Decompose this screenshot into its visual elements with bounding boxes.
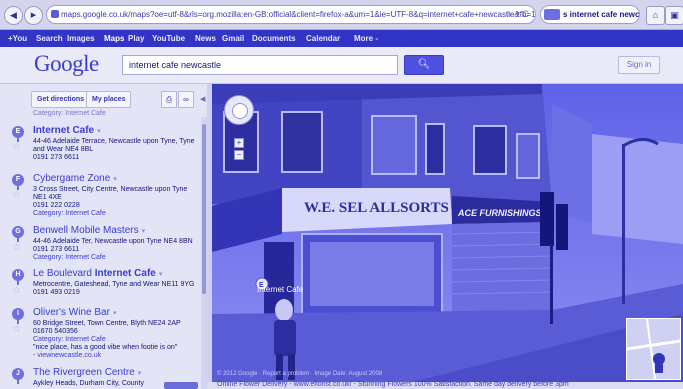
reload-icon[interactable]: ☆ ▾ C <box>505 6 529 23</box>
result-address: 44-46 Adelaide Terrace, Newcastle upon T… <box>33 138 195 145</box>
print-icon[interactable]: ⎙ <box>161 91 177 108</box>
caret-icon[interactable]: ▾ <box>159 271 163 278</box>
result-address: Metrocentre, Gateshead, Tyne and Wear NE… <box>33 281 195 288</box>
result-address: 44-46 Adelaide Ter, Newcastle upon Tyne … <box>33 238 193 245</box>
gbar-item-maps[interactable]: Maps <box>104 30 124 47</box>
maps-header: Google internet cafe newcastle 🔍︎ Sign i… <box>0 47 683 84</box>
result-title[interactable]: Le Boulevard Internet Cafe ▾ <box>33 268 162 279</box>
street-view-image: W.E. SEL ALLSORTS ACE FURNISHINGS E <box>212 84 683 382</box>
browser-search-input[interactable]: s internet cafe newcast <box>540 5 640 24</box>
caret-icon[interactable]: ▾ <box>138 370 142 377</box>
back-arrow-icon[interactable]: ◀ <box>4 6 23 25</box>
result-source-link[interactable]: - viewnewcastle.co.uk <box>33 352 101 360</box>
maps-search-input[interactable]: internet cafe newcastle <box>122 55 398 75</box>
expand-map-icon[interactable] <box>164 382 198 389</box>
gbar-item-gmail[interactable]: Gmail <box>222 30 244 47</box>
caret-icon[interactable]: ▾ <box>113 176 117 183</box>
marker-f-icon[interactable]: F <box>12 174 24 190</box>
zoom-in-button[interactable]: + <box>234 138 244 148</box>
url-bar[interactable]: maps.google.co.uk/maps?oe=utf-8&rls=org.… <box>46 5 536 24</box>
result-category: Category: Internet Cafe <box>33 210 106 217</box>
result-title[interactable]: Internet Cafe ▾ <box>33 125 101 136</box>
status-ad-text[interactable]: Online Flower Delivery - www.eflorist.co… <box>217 381 569 388</box>
gbar-item-youtube[interactable]: YouTube <box>152 30 185 47</box>
result-category: Category: Internet Cafe <box>33 336 106 343</box>
gbar-item-plus-you[interactable]: +You <box>8 30 27 47</box>
gbar-item-calendar[interactable]: Calendar <box>306 30 340 47</box>
result-category: Category: Internet Cafe <box>33 254 106 261</box>
street-view-copyright[interactable]: © 2012 Google · Report a problem · Image… <box>217 371 382 377</box>
marker-g-icon[interactable]: G <box>12 226 24 242</box>
url-text: maps.google.co.uk/maps?oe=utf-8&rls=org.… <box>61 10 536 19</box>
star-icon[interactable]: ☆ <box>12 324 21 335</box>
shop-sign-text: W.E. SEL ALLSORTS <box>304 200 449 216</box>
browser-toolbar: ◀ ▶ maps.google.co.uk/maps?oe=utf-8&rls=… <box>0 0 683 30</box>
sidebar-scroll-thumb[interactable] <box>202 124 206 294</box>
caret-icon[interactable]: ▾ <box>97 128 101 135</box>
gbar-item-news[interactable]: News <box>195 30 216 47</box>
gbar-item-play[interactable]: Play <box>128 30 144 47</box>
caret-icon[interactable]: ▾ <box>113 310 117 317</box>
result-address: Aykley Heads, Durham City, County <box>33 380 145 387</box>
gbar-item-more[interactable]: More - <box>354 30 378 47</box>
compass-icon[interactable] <box>232 103 248 119</box>
result-address: NE1 4XE <box>33 194 62 201</box>
link-icon[interactable]: ∞ <box>178 91 194 108</box>
result-phone: 01670 540356 <box>33 328 78 335</box>
marker-e-icon[interactable]: E <box>12 126 24 142</box>
result-address: 60 Bridge Street, Town Centre, Blyth NE2… <box>33 320 181 327</box>
result-phone: 0191 273 6611 <box>33 246 80 253</box>
marker-h-icon[interactable]: H <box>12 269 24 285</box>
google-logo[interactable]: Google <box>34 51 99 77</box>
result-phone: 0191 493 0219 <box>33 289 80 296</box>
gbar-item-images[interactable]: Images <box>67 30 95 47</box>
marker-i-icon[interactable]: I <box>12 308 24 324</box>
star-icon[interactable]: ☆ <box>12 242 21 253</box>
marker-j-icon[interactable]: J <box>12 368 24 384</box>
get-directions-button[interactable]: Get directions <box>31 91 91 108</box>
star-icon[interactable]: ☆ <box>12 285 21 296</box>
search-icon: 🔍︎ <box>417 59 431 70</box>
pan-control[interactable] <box>224 95 254 125</box>
favicon-icon <box>51 10 59 18</box>
street-view-panorama[interactable]: W.E. SEL ALLSORTS ACE FURNISHINGS E <box>212 84 683 382</box>
gbar-item-search[interactable]: Search <box>36 30 63 47</box>
result-review: "nice place, has a good vibe when footie… <box>33 344 178 351</box>
gbar-item-documents[interactable]: Documents <box>252 30 296 47</box>
result-title[interactable]: The Rivergreen Centre ▾ <box>33 367 141 378</box>
forward-arrow-icon[interactable]: ▶ <box>24 6 43 25</box>
result-phone: 0191 222 0228 <box>33 202 80 209</box>
collapse-panel-icon[interactable]: ◀ <box>200 95 205 103</box>
result-title[interactable]: Cybergame Zone ▾ <box>33 173 117 184</box>
results-sidebar: Get directions My places ⎙ ∞ ◀ Category:… <box>0 84 207 389</box>
search-engine-icon[interactable] <box>544 9 560 20</box>
result-title[interactable]: Benwell Mobile Masters ▾ <box>33 225 145 236</box>
caret-icon[interactable]: ▾ <box>142 228 146 235</box>
partial-category-text: Category: Internet Cafe <box>33 110 106 117</box>
shop-sign-2-text: ACE FURNISHINGS <box>457 208 542 218</box>
street-view-place-label[interactable]: Internet Cafe <box>257 285 303 294</box>
result-title[interactable]: Oliver's Wine Bar ▾ <box>33 307 116 318</box>
sign-in-button[interactable]: Sign in <box>618 56 660 74</box>
star-icon[interactable]: ☆ <box>12 190 21 201</box>
home-icon[interactable]: ⌂ <box>646 6 665 25</box>
my-places-button[interactable]: My places <box>86 91 132 108</box>
star-icon[interactable]: ☆ <box>12 142 21 153</box>
search-button[interactable]: 🔍︎ <box>404 55 444 75</box>
bookmarks-icon[interactable]: ▣ <box>665 6 683 25</box>
status-bar: Online Flower Delivery - www.eflorist.co… <box>207 381 683 389</box>
result-phone: 0191 273 6611 <box>33 154 80 161</box>
pegman-icon[interactable] <box>626 318 681 380</box>
google-bar: +You Search Images Maps Play YouTube New… <box>0 30 683 47</box>
result-address: and Wear NE4 8BL <box>33 146 94 153</box>
result-address: 3 Cross Street, City Centre, Newcastle u… <box>33 186 188 193</box>
zoom-out-button[interactable]: − <box>234 150 244 160</box>
mini-map[interactable] <box>626 318 681 380</box>
